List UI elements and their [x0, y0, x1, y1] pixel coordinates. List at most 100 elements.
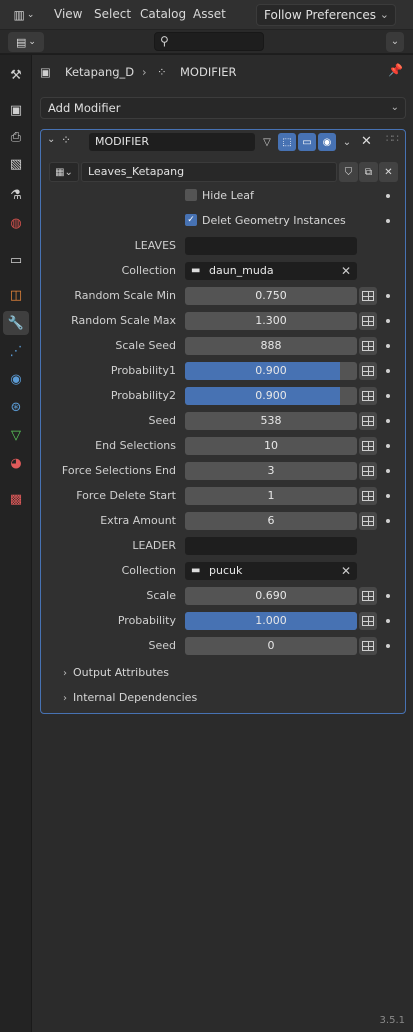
keyframe-dot-icon[interactable] — [386, 469, 390, 473]
keyframe-dot-icon[interactable] — [386, 594, 390, 598]
viewport-display-icon[interactable]: ▭ — [298, 133, 316, 151]
input-label: Force Delete Start — [76, 489, 176, 502]
render-camera-icon[interactable]: ◉ — [318, 133, 336, 151]
keyframe-dot-icon[interactable] — [386, 519, 390, 523]
attribute-toggle-icon[interactable] — [359, 437, 377, 455]
particles-tab-icon[interactable]: ⋰ — [3, 339, 29, 363]
number-field[interactable]: 1.300 — [185, 312, 357, 330]
keyframe-dot-icon[interactable] — [386, 344, 390, 348]
checkbox[interactable]: ✓ — [185, 214, 197, 226]
edit-mode-cage-icon[interactable]: ▽ — [258, 133, 276, 151]
object-field[interactable] — [185, 237, 357, 255]
chevron-right-icon: › — [63, 693, 67, 704]
attribute-toggle-icon[interactable] — [359, 412, 377, 430]
options-dropdown[interactable]: ⌄ — [386, 32, 404, 52]
number-field[interactable]: 6 — [185, 512, 357, 530]
properties-editor-selector[interactable]: ▤ ⌄ — [8, 32, 44, 52]
attribute-toggle-icon[interactable] — [359, 637, 377, 655]
attribute-toggle-icon[interactable] — [359, 312, 377, 330]
attribute-toggle-icon[interactable] — [359, 362, 377, 380]
material-tab-icon[interactable]: ◕ — [3, 451, 29, 475]
modifier-menu-chevron-icon[interactable]: ⌄ — [338, 133, 356, 151]
version-label: 3.5.1 — [379, 1015, 405, 1026]
tool-tab-icon[interactable]: ⚒ — [3, 63, 29, 87]
input-label: Scale Seed — [115, 339, 176, 352]
object-tab-icon[interactable]: ◫ — [3, 283, 29, 307]
menu-view[interactable]: View — [54, 7, 82, 21]
attribute-toggle-icon[interactable] — [359, 287, 377, 305]
menu-select[interactable]: Select — [94, 7, 131, 21]
pin-icon[interactable]: 📌 — [388, 63, 403, 77]
world-tab-icon[interactable]: ◍ — [3, 211, 29, 235]
factor-slider[interactable]: 0.900 — [185, 362, 357, 380]
scene-tab-icon[interactable]: ⚗ — [3, 183, 29, 207]
collection-field[interactable]: ▬ daun_muda ✕ — [185, 262, 357, 280]
keyframe-dot-icon[interactable] — [386, 494, 390, 498]
modifier-tab-icon[interactable]: 🔧 — [3, 311, 29, 335]
node-tree-name-field[interactable]: Leaves_Ketapang — [81, 162, 337, 182]
number-field[interactable]: 538 — [185, 412, 357, 430]
duplicate-icon[interactable]: ⧉ — [359, 162, 378, 182]
checkbox[interactable] — [185, 189, 197, 201]
object-field[interactable] — [185, 537, 357, 555]
attribute-toggle-icon[interactable] — [359, 487, 377, 505]
texture-tab-icon[interactable]: ▩ — [3, 487, 29, 511]
drag-grip-icon[interactable]: ∷∷ — [386, 132, 399, 145]
attribute-toggle-icon[interactable] — [359, 462, 377, 480]
clear-icon[interactable]: ✕ — [341, 562, 351, 580]
edit-mode-icon[interactable]: ⬚ — [278, 133, 296, 151]
node-tree-browse-button[interactable]: ▦ ⌄ — [49, 162, 79, 182]
number-field[interactable]: 3 — [185, 462, 357, 480]
field-value: 0.690 — [255, 589, 287, 602]
input-row: Collection ▬ daun_muda ✕ — [41, 261, 405, 281]
keyframe-dot-icon[interactable] — [386, 394, 390, 398]
field-value: 0.900 — [255, 389, 287, 402]
keyframe-dot-icon[interactable] — [386, 319, 390, 323]
attribute-toggle-icon[interactable] — [359, 387, 377, 405]
keyframe-dot-icon[interactable] — [386, 619, 390, 623]
keyframe-dot-icon[interactable] — [386, 369, 390, 373]
clear-icon[interactable]: ✕ — [341, 262, 351, 280]
keyframe-dot-icon[interactable] — [386, 419, 390, 423]
factor-slider[interactable]: 0.900 — [185, 387, 357, 405]
number-field[interactable]: 0.690 — [185, 587, 357, 605]
keyframe-dot-icon[interactable] — [386, 644, 390, 648]
collection-tab-icon[interactable]: ▭ — [3, 248, 29, 272]
physics-tab-icon[interactable]: ◉ — [3, 367, 29, 391]
menu-asset[interactable]: Asset — [193, 7, 226, 21]
number-field[interactable]: 0.750 — [185, 287, 357, 305]
search-input[interactable]: ⚲ — [154, 32, 264, 51]
editor-type-selector[interactable]: ▥ ⌄ — [5, 4, 43, 26]
close-icon[interactable]: ✕ — [361, 134, 372, 149]
constraints-tab-icon[interactable]: ⊛ — [3, 395, 29, 419]
number-field[interactable]: 10 — [185, 437, 357, 455]
data-tab-icon[interactable]: ▽ — [3, 423, 29, 447]
preferences-dropdown[interactable]: Follow Preferences ⌄ — [256, 4, 396, 26]
attribute-toggle-icon[interactable] — [359, 587, 377, 605]
keyframe-dot-icon[interactable] — [386, 444, 390, 448]
fake-user-shield-icon[interactable]: ⛉ — [339, 162, 358, 182]
add-modifier-dropdown[interactable]: Add Modifier ⌄ — [40, 97, 406, 119]
number-field[interactable]: 888 — [185, 337, 357, 355]
keyframe-dot-icon[interactable] — [386, 294, 390, 298]
keyframe-dot-icon[interactable] — [386, 194, 390, 198]
subpanel-output-attributes[interactable]: › Output Attributes — [63, 666, 169, 679]
factor-slider[interactable]: 1.000 — [185, 612, 357, 630]
view-layer-tab-icon[interactable]: ▧ — [3, 152, 29, 176]
keyframe-dot-icon[interactable] — [386, 219, 390, 223]
attribute-toggle-icon[interactable] — [359, 612, 377, 630]
modifier-name-field[interactable]: MODIFIER — [89, 133, 255, 151]
number-field[interactable]: 0 — [185, 637, 357, 655]
attribute-toggle-icon[interactable] — [359, 337, 377, 355]
input-row: Probability 1.000 — [41, 611, 405, 631]
unlink-close-icon[interactable]: ✕ — [379, 162, 398, 182]
collapse-icon[interactable]: ⌄ — [47, 134, 55, 145]
output-tab-icon[interactable]: ⎙ — [3, 125, 29, 149]
preferences-label: Follow Preferences — [264, 8, 377, 22]
collection-field[interactable]: ▬ pucuk ✕ — [185, 562, 357, 580]
render-tab-icon[interactable]: ▣ — [3, 98, 29, 122]
number-field[interactable]: 1 — [185, 487, 357, 505]
subpanel-internal-dependencies[interactable]: › Internal Dependencies — [63, 691, 197, 704]
attribute-toggle-icon[interactable] — [359, 512, 377, 530]
menu-catalog[interactable]: Catalog — [140, 7, 186, 21]
